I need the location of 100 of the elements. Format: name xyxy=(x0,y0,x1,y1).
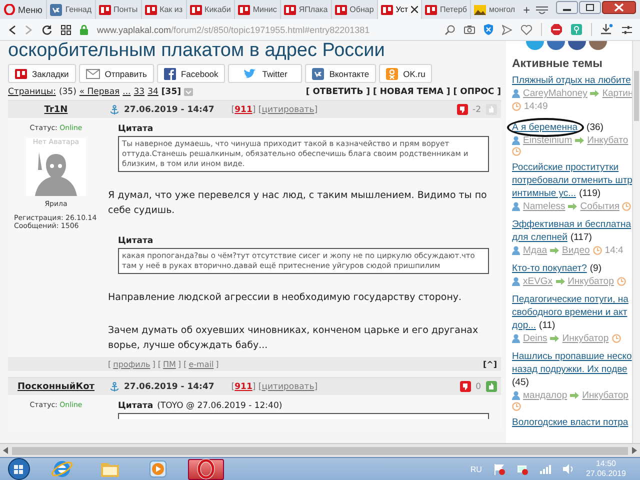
topic-link[interactable]: Эффективная и бесплатна xyxy=(512,219,631,230)
thumbs-up-icon[interactable] xyxy=(486,104,497,115)
quote-link[interactable]: цитировать xyxy=(262,382,314,392)
quote-source: (TOYO @ 27.06.2019 - 12:40) xyxy=(157,401,282,411)
new-tab-button[interactable]: + xyxy=(518,0,536,19)
vk-logo-icon xyxy=(50,4,62,16)
thumbs-down-icon[interactable] xyxy=(456,104,468,115)
author-name[interactable]: Tr1N xyxy=(44,104,68,114)
yp-logo-icon xyxy=(238,4,250,14)
stop-sign-icon[interactable] xyxy=(551,24,562,35)
page-link[interactable]: ... xyxy=(122,87,131,97)
clock-icon xyxy=(512,402,521,411)
vk-logo-icon xyxy=(312,68,324,80)
bracket: ] xyxy=(314,104,318,114)
action-link[interactable]: [ НОВАЯ ТЕМА ] xyxy=(373,87,450,97)
topic-time: 14:49 xyxy=(524,100,548,113)
share-button[interactable]: Facebook xyxy=(156,64,226,83)
scroll-top-link[interactable]: [^] xyxy=(482,360,497,368)
zoom-icon[interactable] xyxy=(445,24,455,34)
arrow-right-icon xyxy=(570,392,580,399)
user-icon xyxy=(512,391,520,400)
share-button[interactable]: Вконтакте xyxy=(305,64,376,83)
anchor-icon[interactable] xyxy=(110,382,119,392)
rating-link[interactable]: 911 xyxy=(234,104,252,114)
browser-tab[interactable]: Уст xyxy=(376,0,421,19)
yp-logo-icon xyxy=(144,4,157,14)
action-link[interactable]: [ ОТВЕТИТЬ ] xyxy=(306,87,370,97)
reply-count: (9) xyxy=(590,263,602,274)
vertical-scrollbar[interactable] xyxy=(632,41,640,443)
reload-icon[interactable] xyxy=(42,24,52,34)
pages-label[interactable]: Страницы: xyxy=(8,87,56,97)
shield-icon[interactable] xyxy=(484,24,493,35)
quote-title: Цитата xyxy=(118,401,154,411)
yp-logo-icon xyxy=(334,4,347,14)
anchor-icon[interactable] xyxy=(110,104,119,114)
profile-link[interactable]: ПМ xyxy=(163,360,176,368)
tab-menu-icon[interactable] xyxy=(536,6,548,14)
topic-link[interactable]: Вологодские власти потра xyxy=(512,417,628,428)
horizontal-scrollbar[interactable] xyxy=(0,443,640,457)
share-button[interactable]: Закладки xyxy=(8,64,76,83)
back-icon[interactable] xyxy=(8,24,16,34)
maximize-icon[interactable] xyxy=(579,1,601,14)
topic-link[interactable]: для слепней xyxy=(512,232,568,243)
profile-link[interactable]: e-mail xyxy=(188,360,214,368)
vote-count: 0 xyxy=(476,382,481,392)
landscape-icon xyxy=(474,4,486,14)
profile-link[interactable]: профиль xyxy=(113,360,150,368)
topic-link[interactable]: потребовали отменить штр xyxy=(512,175,632,186)
grid-icon[interactable] xyxy=(61,24,71,34)
post-date: 27.06.2019 - 14:47 xyxy=(124,104,214,114)
topic-link[interactable]: назад подружки. Их подве xyxy=(512,364,628,375)
topic-link[interactable]: Пляжный отдых на любите xyxy=(512,75,631,86)
post-text: Я думал, что уже перевелся у нас люд, с таким мышлением. Видимо ты по себе судишь. xyxy=(108,189,488,218)
share-button[interactable]: Отправить xyxy=(78,64,154,83)
arrow-right-icon xyxy=(556,278,565,285)
heart-icon[interactable] xyxy=(521,24,532,34)
camera-icon[interactable] xyxy=(464,25,475,34)
share-button[interactable]: OK.ru xyxy=(379,64,432,83)
page-link[interactable]: 34 xyxy=(148,87,158,97)
close-icon[interactable] xyxy=(411,6,418,13)
post-date: 27.06.2019 - 14:47 xyxy=(124,382,214,392)
facebook-logo-icon xyxy=(164,68,176,80)
thumbs-up-icon[interactable] xyxy=(486,381,497,392)
share-button[interactable]: Twitter xyxy=(228,64,302,83)
topic-link[interactable]: Педагогические потуги, на xyxy=(512,294,628,305)
topic-link[interactable]: А я беременна xyxy=(512,122,578,133)
network-icon[interactable] xyxy=(516,464,528,474)
clock-icon xyxy=(616,277,626,286)
reply-count: (117) xyxy=(570,232,592,243)
page-link[interactable]: 33 xyxy=(134,87,145,97)
sliders-icon[interactable] xyxy=(622,24,632,34)
action-link[interactable]: [ ОПРОС ] xyxy=(453,87,501,97)
page-count: (35) xyxy=(58,87,76,97)
download-icon[interactable] xyxy=(601,24,613,35)
topic-title: оскорбительным плакатом в адрес России xyxy=(8,41,386,61)
author-name[interactable]: ПосконныйКот xyxy=(18,382,94,392)
minimize-icon[interactable] xyxy=(556,1,578,14)
page-link[interactable]: « Первая xyxy=(79,87,120,97)
close-icon[interactable] xyxy=(602,1,636,14)
send-icon[interactable] xyxy=(502,24,512,34)
rating-link[interactable]: 911 xyxy=(234,382,252,392)
topic-link[interactable]: Нашлись пропавшие неско xyxy=(512,351,632,362)
map-pin-icon[interactable] xyxy=(571,24,582,35)
user-icon xyxy=(512,334,520,343)
quote-link[interactable]: цитировать xyxy=(262,104,314,114)
ok-logo-icon xyxy=(386,68,398,80)
topic-link[interactable]: Кто-то покупает? xyxy=(512,263,587,274)
menu-button[interactable]: Меню xyxy=(0,0,46,19)
topic-link[interactable]: дор... xyxy=(512,320,536,331)
flag-icon[interactable] xyxy=(494,464,505,474)
topic-link[interactable]: свободного времени и акт xyxy=(512,307,628,318)
topic-link[interactable]: интимные ус... xyxy=(512,188,576,199)
bracket: ] [ xyxy=(252,382,262,392)
topic-link[interactable]: Российские проститутки xyxy=(512,162,619,173)
arrow-right-icon xyxy=(550,247,560,254)
start-orb-icon[interactable] xyxy=(6,458,32,480)
bird-icon xyxy=(243,68,258,80)
thumbs-down-icon[interactable] xyxy=(460,381,471,392)
clock-icon xyxy=(592,246,602,255)
taskbar-app[interactable] xyxy=(188,458,224,480)
